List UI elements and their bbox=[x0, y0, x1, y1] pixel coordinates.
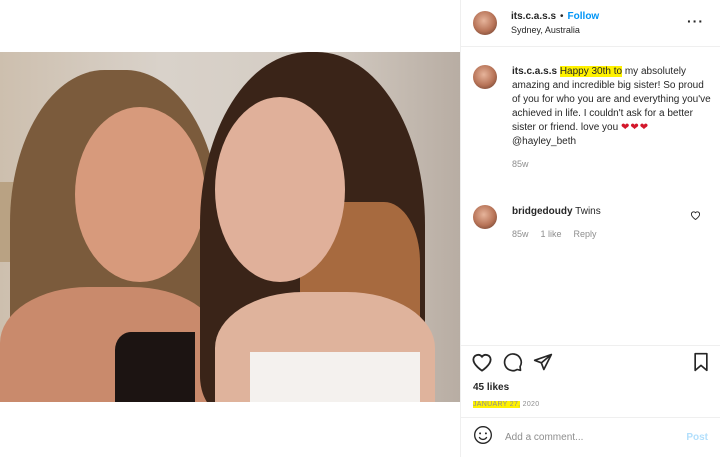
post-header: its.c.a.s.s • Follow Sydney, Australia ·… bbox=[461, 0, 720, 47]
comments-panel: its.c.a.s.s Happy 30th to my absolutely … bbox=[461, 47, 720, 345]
mention-link[interactable]: @hayley_beth bbox=[512, 136, 576, 147]
add-comment-bar: Post bbox=[461, 417, 720, 457]
reply-age[interactable]: 85w bbox=[512, 229, 529, 239]
reply-username[interactable]: bridgedoudy bbox=[512, 206, 573, 217]
caption-comment: its.c.a.s.s Happy 30th to my absolutely … bbox=[473, 65, 713, 169]
post-date[interactable]: JANUARY 27, 2020 bbox=[473, 401, 539, 408]
reply-meta: 85w 1 like Reply bbox=[512, 229, 713, 239]
separator-dot: • bbox=[560, 11, 564, 22]
person-right-face bbox=[215, 97, 345, 282]
reply-body: Twins bbox=[575, 206, 601, 217]
reply-avatar[interactable] bbox=[473, 205, 497, 229]
post-photo[interactable] bbox=[0, 52, 460, 402]
bookmark-icon[interactable] bbox=[692, 352, 710, 377]
likes-count[interactable]: 45 likes bbox=[473, 382, 509, 393]
comment-icon[interactable] bbox=[503, 352, 523, 372]
heart-icon[interactable] bbox=[471, 352, 493, 372]
caption-meta: 85w bbox=[512, 159, 713, 169]
share-icon[interactable] bbox=[533, 352, 553, 372]
caption-highlight: Happy 30th to bbox=[559, 66, 623, 77]
reply-likes[interactable]: 1 like bbox=[541, 229, 562, 239]
smiley-icon[interactable] bbox=[473, 425, 493, 450]
post-button[interactable]: Post bbox=[686, 432, 708, 443]
date-highlight: JANUARY 27, bbox=[473, 401, 521, 408]
person-left-face bbox=[75, 107, 205, 282]
comment-input[interactable] bbox=[505, 432, 665, 443]
author-username[interactable]: its.c.a.s.s bbox=[511, 11, 556, 22]
hearts-emoji: ❤❤❤ bbox=[620, 122, 650, 133]
reply-text: bridgedoudy Twins bbox=[512, 205, 713, 219]
post-location[interactable]: Sydney, Australia bbox=[511, 25, 599, 35]
author-avatar[interactable] bbox=[473, 11, 497, 35]
more-icon[interactable]: ··· bbox=[687, 13, 704, 29]
reply-comment: bridgedoudy Twins 85w 1 like Reply bbox=[473, 205, 713, 239]
date-year: 2020 bbox=[520, 401, 540, 408]
caption-age[interactable]: 85w bbox=[512, 159, 529, 169]
person-left-top bbox=[115, 332, 195, 402]
person-right-top bbox=[250, 352, 420, 402]
follow-button[interactable]: Follow bbox=[568, 11, 600, 22]
caption-avatar[interactable] bbox=[473, 65, 497, 89]
caption-text: its.c.a.s.s Happy 30th to my absolutely … bbox=[512, 65, 713, 149]
caption-username[interactable]: its.c.a.s.s bbox=[512, 66, 557, 77]
comment-like-icon[interactable] bbox=[690, 210, 701, 223]
post-actions: 45 likes JANUARY 27, 2020 bbox=[461, 345, 720, 417]
author-meta: its.c.a.s.s • Follow Sydney, Australia bbox=[511, 11, 599, 35]
reply-button[interactable]: Reply bbox=[574, 229, 597, 239]
